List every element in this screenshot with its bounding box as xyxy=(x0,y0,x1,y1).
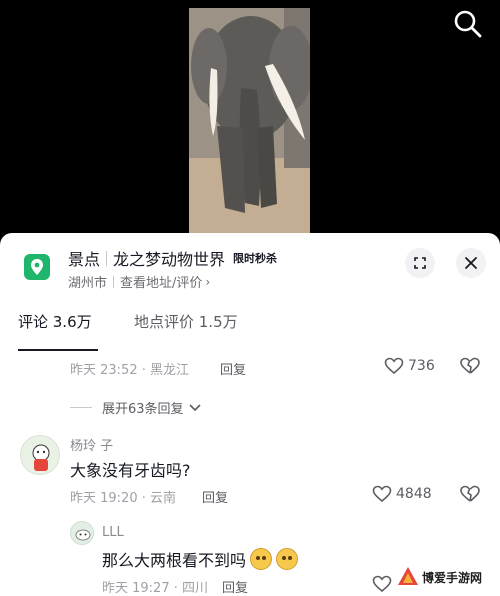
poi-title-divider xyxy=(106,250,108,266)
promo-badge[interactable]: 限时秒杀 xyxy=(233,250,277,266)
expand-sheet-button[interactable] xyxy=(405,248,435,278)
poi-sub-divider xyxy=(113,275,115,288)
watermark: 博爱手游网 xyxy=(396,562,496,592)
like-count: 736 xyxy=(408,358,435,374)
like-button[interactable] xyxy=(372,575,396,593)
like-button[interactable]: 736 xyxy=(384,357,435,375)
heart-icon xyxy=(372,485,392,503)
sweat-smile-emoji-icon xyxy=(250,548,273,570)
avatar[interactable] xyxy=(20,435,60,475)
reply-text-row: 那么大两根看不到吗 xyxy=(102,547,299,571)
reply-meta: 昨天 19:27 · 四川 xyxy=(102,581,208,596)
reply-button[interactable]: 回复 xyxy=(220,359,246,378)
map-pin-icon xyxy=(24,254,50,280)
poi-name[interactable]: 龙之梦动物世界 xyxy=(113,246,225,270)
like-count: 4848 xyxy=(396,486,432,502)
heart-icon xyxy=(384,357,404,375)
reply-text: 那么大两根看不到吗 xyxy=(102,551,247,570)
tab-location-reviews[interactable]: 地点评价 1.5万 xyxy=(134,311,238,332)
comment-meta: 昨天 23:52 · 黑龙江 xyxy=(70,363,189,378)
broken-heart-icon xyxy=(460,357,480,374)
avatar[interactable] xyxy=(70,521,94,545)
heart-icon xyxy=(372,575,392,593)
chevron-down-icon xyxy=(188,403,201,411)
comment-tabs: 评论 3.6万 地点评价 1.5万 xyxy=(0,303,500,353)
reply-author[interactable]: LLL xyxy=(102,525,124,540)
poi-address-link[interactable]: 查看地址/评价 xyxy=(120,272,202,291)
comment-sheet: 景点 龙之梦动物世界 限时秒杀 湖州市 查看地址/评价 › 评论 3.6万 地点… xyxy=(0,233,500,596)
dislike-button[interactable] xyxy=(459,485,481,507)
expand-replies-line xyxy=(70,407,92,408)
video-player[interactable] xyxy=(0,0,500,240)
comment-list[interactable]: 昨天 23:52 · 黑龙江 回复 736 展开63条回复 杨玲 子 大象没有牙… xyxy=(0,351,500,596)
expand-replies-label: 展开63条回复 xyxy=(102,402,184,417)
poi-category: 景点 xyxy=(68,250,101,269)
chevron-right-icon: › xyxy=(205,274,211,289)
poi-subtitle[interactable]: 湖州市 查看地址/评价 › xyxy=(68,272,211,292)
poi-title[interactable]: 景点 龙之梦动物世界 限时秒杀 xyxy=(68,245,277,271)
expand-replies-button[interactable]: 展开63条回复 xyxy=(70,398,202,417)
poi-city: 湖州市 xyxy=(68,276,108,291)
comment-text: 大象没有牙齿吗? xyxy=(70,461,191,480)
close-button[interactable] xyxy=(456,248,486,278)
close-icon xyxy=(465,257,477,269)
broken-heart-icon xyxy=(460,485,480,502)
reply-button[interactable]: 回复 xyxy=(222,577,248,596)
tab-comments[interactable]: 评论 3.6万 xyxy=(18,311,92,332)
expand-icon xyxy=(414,257,426,269)
poi-header[interactable]: 景点 龙之梦动物世界 限时秒杀 湖州市 查看地址/评价 › xyxy=(0,233,500,297)
reply-button[interactable]: 回复 xyxy=(202,487,228,506)
watermark-text: 博爱手游网 xyxy=(422,570,483,585)
sweat-smile-emoji-icon xyxy=(276,548,299,570)
watermark-logo-icon xyxy=(396,565,420,589)
cartoon-avatar-icon xyxy=(71,522,93,544)
comment-author[interactable]: 杨玲 子 xyxy=(70,435,113,454)
like-button[interactable]: 4848 xyxy=(372,485,432,503)
video-frame-elephant xyxy=(189,8,310,236)
comment-meta: 昨天 19:20 · 云南 xyxy=(70,491,176,506)
search-icon xyxy=(454,10,482,38)
dislike-button[interactable] xyxy=(459,357,481,379)
search-button[interactable] xyxy=(452,8,484,40)
elephant-illustration xyxy=(189,8,310,236)
cartoon-avatar-icon xyxy=(21,436,59,474)
